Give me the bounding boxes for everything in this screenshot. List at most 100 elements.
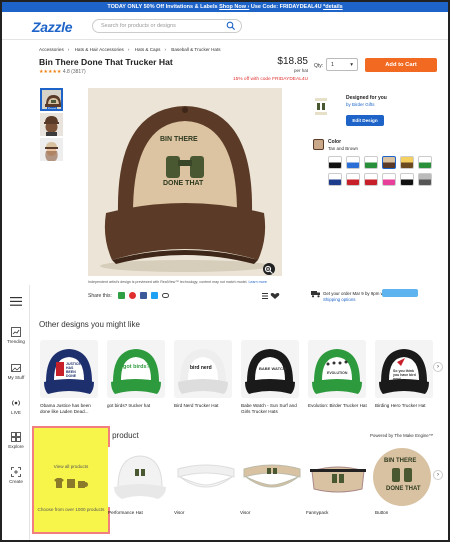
color-label: Color <box>328 139 342 145</box>
zoom-icon[interactable] <box>263 263 275 275</box>
products-icon <box>54 478 88 488</box>
disclaimer-text: Independent artist's design is previewed… <box>88 280 249 284</box>
design-card-label[interactable]: Birding Hero Trucker Hat <box>375 403 435 409</box>
color-swatch[interactable] <box>346 173 360 186</box>
sidebar-item-live[interactable]: LIVE <box>2 398 30 415</box>
price-unit: per hat <box>293 68 308 73</box>
thumbnail-model-1[interactable] <box>40 113 63 136</box>
design-card-label[interactable]: got birds? trucker hat <box>107 403 167 409</box>
design-card[interactable]: got birds? <box>107 340 165 398</box>
facebook-icon[interactable] <box>140 292 147 299</box>
product-tile[interactable] <box>174 447 238 507</box>
color-swatch[interactable] <box>364 156 378 169</box>
collection-icon[interactable] <box>262 292 280 300</box>
thumbnail-front[interactable]: Front <box>40 88 63 111</box>
search-icon[interactable] <box>226 21 236 31</box>
selected-color-swatch <box>313 139 324 150</box>
details-link[interactable]: *details <box>323 4 343 10</box>
design-card[interactable]: So you think you have bird nerd <box>375 340 433 398</box>
explore-icon <box>11 432 21 442</box>
shop-now-link[interactable]: Shop Now › <box>219 4 249 10</box>
qty-select[interactable]: 1 ▾ <box>326 58 358 71</box>
realview-disclaimer: Independent artist's design is previewed… <box>88 280 288 284</box>
trending-icon <box>11 327 21 337</box>
color-swatch[interactable] <box>418 156 432 169</box>
zazzle-logo[interactable]: Zazzle <box>32 19 73 35</box>
view-all-label: View all products <box>53 464 89 469</box>
product-tile[interactable] <box>306 447 370 507</box>
qty-label: Qty: <box>314 63 324 69</box>
rating-count: 4.8 (3817) <box>62 69 86 75</box>
shipping-options-link[interactable]: Shipping options <box>323 297 355 302</box>
chevron-right-icon[interactable]: › <box>433 362 443 372</box>
product-tile-label[interactable]: Visor <box>174 510 184 515</box>
product-tile-label[interactable]: Performance Hat <box>108 510 143 515</box>
zip-input[interactable] <box>382 289 418 297</box>
promo-code: Use Code: FRIDAYDEAL4U <box>249 4 324 10</box>
button-print-bottom: DONE THAT <box>386 486 421 492</box>
rating-stars[interactable]: ★★★★★ 4.8 (3817) <box>39 69 86 75</box>
twitter-icon[interactable] <box>151 292 158 299</box>
sidebar-item-explore[interactable]: Explore <box>2 432 30 449</box>
other-designs-title: Other designs you might like <box>39 320 140 329</box>
card-print: JUSTICE HAS BEEN DONE <box>66 362 81 378</box>
pinterest-icon[interactable] <box>129 292 136 299</box>
learn-more-link[interactable]: Learn more <box>248 280 266 284</box>
product-title: Bin There Done That Trucker Hat <box>39 57 173 67</box>
sidebar-item-trending[interactable]: Trending <box>2 327 30 344</box>
view-all-products-tile[interactable]: View all products Choose from over 1000 … <box>32 426 110 534</box>
color-swatch[interactable] <box>346 156 360 169</box>
design-card[interactable]: bird nerd <box>174 340 232 398</box>
product-tile[interactable] <box>108 447 172 507</box>
color-swatch[interactable] <box>400 173 414 186</box>
product-tile-label[interactable]: Visor <box>240 510 250 515</box>
link-icon[interactable] <box>162 293 169 298</box>
breadcrumb-item[interactable]: Hats & Hair Accessories <box>75 47 124 52</box>
designer-link[interactable]: by Birder Gifts <box>346 102 375 107</box>
design-card-label[interactable]: Babe Watch - Sun Surf and Girls Trucker … <box>241 403 301 415</box>
design-card-label[interactable]: Evolution: Birder Trucker Hat <box>308 403 368 409</box>
breadcrumb-item[interactable]: Accessories <box>39 47 64 52</box>
sidebar-item-my-stuff[interactable]: My Stuff <box>2 363 30 380</box>
edit-design-button[interactable]: Edit Design <box>346 115 384 126</box>
product-main-image[interactable]: BIN THERE DONE THAT <box>88 88 282 276</box>
share-label: Share this: <box>88 293 112 299</box>
breadcrumb-item[interactable]: Baseball & Trucker Hats <box>171 47 220 52</box>
card-print: EVOLUTION <box>327 371 348 375</box>
promo-text: TODAY ONLY <box>107 4 144 10</box>
promo-offer: 50% Off Invitations & Labels <box>143 4 218 10</box>
color-swatch[interactable] <box>328 173 342 186</box>
product-tile[interactable]: BIN THERE DONE THAT <box>372 446 432 508</box>
qty-value: 1 <box>331 62 335 68</box>
discount-text: 15% off with code FRIDAYDEAL4U <box>232 77 308 82</box>
promo-banner[interactable]: TODAY ONLY 50% Off Invitations & Labels … <box>2 2 448 12</box>
card-print: BABE WATCH <box>259 366 286 371</box>
chevron-right-icon[interactable]: › <box>433 470 443 480</box>
product-tile[interactable] <box>240 447 304 507</box>
design-card-label[interactable]: Bird Nerd Trucker Hat <box>174 403 234 409</box>
color-swatch[interactable] <box>364 173 378 186</box>
stars-icon: ★★★★★ <box>39 69 62 75</box>
menu-icon[interactable] <box>10 297 22 306</box>
color-swatch[interactable] <box>328 156 342 169</box>
truck-icon <box>311 291 320 298</box>
product-tile-label[interactable]: Fannypack <box>306 510 328 515</box>
add-to-cart-button[interactable]: Add to Cart <box>365 58 437 72</box>
color-swatch[interactable] <box>382 173 396 186</box>
breadcrumb-item[interactable]: Hats & Caps <box>135 47 161 52</box>
thumbnail-model-2[interactable] <box>40 138 63 161</box>
designer-avatar[interactable] <box>313 96 329 118</box>
color-swatch[interactable] <box>400 156 414 169</box>
sidebar-label: Explore <box>8 444 24 449</box>
search-input[interactable]: Search for products or designs <box>92 19 242 33</box>
design-card-label[interactable]: Obama Justice has been done like Laden D… <box>40 403 100 415</box>
color-swatch[interactable] <box>382 156 396 169</box>
color-swatch[interactable] <box>418 173 432 186</box>
design-card[interactable]: EVOLUTION <box>308 340 366 398</box>
sidebar-item-create[interactable]: Create <box>2 467 30 484</box>
design-card[interactable]: JUSTICE HAS BEEN DONE <box>40 340 98 398</box>
design-card[interactable]: BABE WATCH <box>241 340 299 398</box>
email-icon[interactable] <box>118 292 125 299</box>
product-tile-label[interactable]: Button <box>375 510 388 515</box>
live-icon <box>12 400 20 406</box>
